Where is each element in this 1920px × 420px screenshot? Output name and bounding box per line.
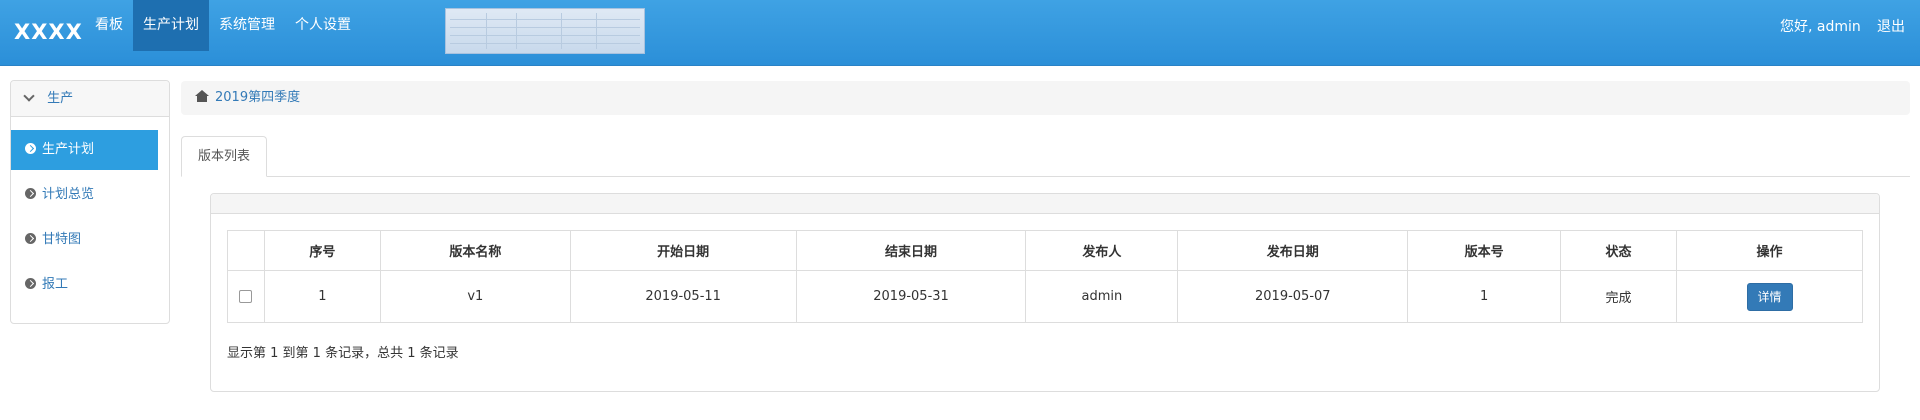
sidebar-section-title: 生产	[47, 91, 74, 106]
select-all-header	[227, 230, 265, 271]
sidebar-item-label: 报工	[42, 277, 69, 292]
nav-item-system-management[interactable]: 系统管理	[209, 0, 285, 51]
brand-logo[interactable]: XXXX	[14, 20, 83, 44]
column-header[interactable]: 序号	[263, 230, 381, 271]
sidebar-item-label: 计划总览	[42, 187, 95, 202]
circle-arrow-right-icon	[25, 143, 36, 154]
cell-end-date: 2019-05-31	[795, 270, 1027, 323]
column-header[interactable]: 发布人	[1025, 230, 1179, 271]
circle-arrow-right-icon	[25, 233, 36, 244]
chevron-down-icon	[23, 90, 35, 102]
nav-item-personal-settings[interactable]: 个人设置	[285, 0, 361, 51]
breadcrumb-current[interactable]: 2019第四季度	[215, 90, 300, 105]
detail-button[interactable]: 详情	[1746, 282, 1793, 311]
column-header[interactable]: 版本号	[1407, 230, 1562, 271]
logout-link[interactable]: 退出	[1877, 16, 1905, 36]
column-header: 操作	[1676, 230, 1863, 271]
sidebar-item-gantt-chart[interactable]: 甘特图	[11, 220, 158, 260]
column-header[interactable]: 结束日期	[795, 230, 1027, 271]
table-header-row: 序号 版本名称 开始日期 结束日期 发布人 发布日期 版本号 状态 操作	[227, 230, 1863, 271]
sidebar-item-plan-overview[interactable]: 计划总览	[11, 175, 158, 215]
status-badge: 完成	[1560, 270, 1678, 323]
circle-arrow-right-icon	[25, 188, 36, 199]
circle-arrow-right-icon	[25, 278, 36, 289]
table-preview-thumbnail	[445, 8, 645, 54]
cell-actions: 详情	[1676, 270, 1863, 323]
sidebar-item-work-report[interactable]: 报工	[11, 265, 158, 305]
sidebar-item-label: 甘特图	[42, 232, 82, 247]
version-list-panel: 序号 版本名称 开始日期 结束日期 发布人 发布日期 版本号 状态 操作 1 v…	[210, 193, 1880, 392]
user-greeting[interactable]: 您好, admin	[1780, 16, 1861, 36]
sidebar-item-label: 生产计划	[42, 142, 95, 157]
cell-publisher: admin	[1025, 270, 1179, 323]
sidebar-section-header[interactable]: 生产	[11, 81, 169, 117]
column-header[interactable]: 开始日期	[569, 230, 797, 271]
tab-version-list[interactable]: 版本列表	[181, 136, 267, 177]
pagination-info: 显示第 1 到第 1 条记录，总共 1 条记录	[227, 346, 459, 361]
breadcrumb: 2019第四季度	[181, 81, 1910, 115]
nav-item-production-plan[interactable]: 生产计划	[133, 0, 209, 51]
version-table: 序号 版本名称 开始日期 结束日期 发布人 发布日期 版本号 状态 操作 1 v…	[227, 230, 1863, 323]
cell-start-date: 2019-05-11	[569, 270, 797, 323]
cell-no: 1	[263, 270, 381, 323]
column-header[interactable]: 状态	[1560, 230, 1678, 271]
cell-publish-date: 2019-05-07	[1177, 270, 1409, 323]
panel-header	[211, 194, 1879, 214]
sidebar-item-production-plan[interactable]: 生产计划	[11, 130, 158, 170]
row-checkbox[interactable]	[239, 290, 253, 303]
tabs-divider	[181, 176, 1910, 177]
cell-version-name: v1	[379, 270, 571, 323]
row-select-cell	[227, 270, 265, 323]
table-row: 1 v1 2019-05-11 2019-05-31 admin 2019-05…	[227, 270, 1863, 323]
cell-version-number: 1	[1407, 270, 1562, 323]
column-header[interactable]: 版本名称	[379, 230, 571, 271]
nav-item-dashboard[interactable]: 看板	[85, 0, 133, 51]
home-icon[interactable]	[195, 90, 209, 102]
sidebar: 生产 生产计划 计划总览 甘特图 报工	[10, 80, 170, 324]
column-header[interactable]: 发布日期	[1177, 230, 1409, 271]
top-navbar: XXXX 看板 生产计划 系统管理 个人设置 您好, admin 退出	[0, 0, 1920, 66]
